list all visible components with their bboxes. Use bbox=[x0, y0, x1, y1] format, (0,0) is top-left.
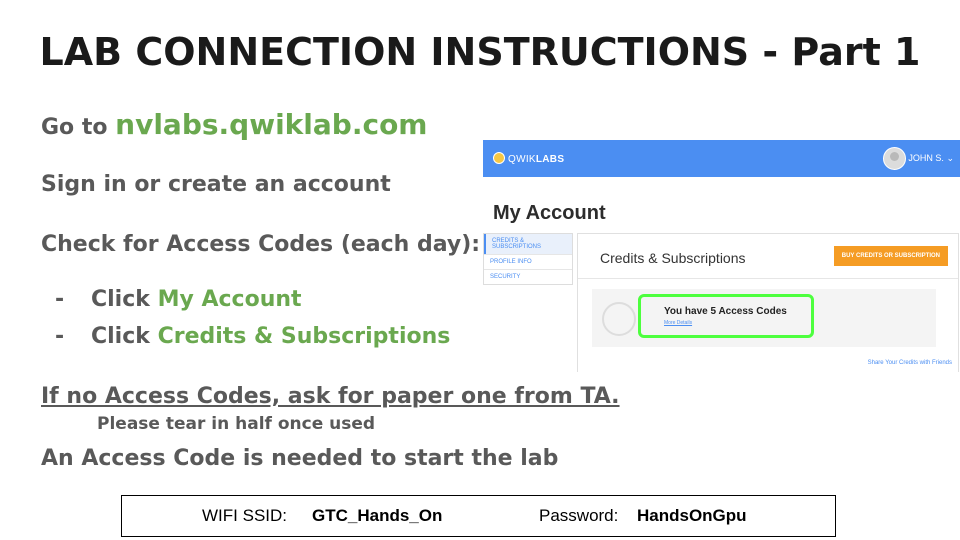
access-codes-box: You have 5 Access Codes More Details bbox=[592, 289, 936, 347]
qwiklabs-brand[interactable]: QWIKLABS bbox=[493, 152, 564, 165]
sidebar-item-security[interactable]: SECURITY bbox=[484, 269, 572, 284]
qwiklabs-header: QWIKLABS JOHN S. ⌄ bbox=[483, 140, 960, 177]
sidebar-item-credits[interactable]: CREDITS & SUBSCRIPTIONS bbox=[484, 234, 572, 254]
panel-divider bbox=[578, 278, 958, 279]
go-to-prefix: Go to bbox=[41, 115, 108, 140]
qwiklab-url[interactable]: nvlabs.qwiklab.com bbox=[115, 108, 427, 141]
bullet-dash: - bbox=[55, 287, 65, 312]
more-details-link[interactable]: More Details bbox=[664, 320, 692, 326]
wifi-info-box: WIFI SSID: GTC_Hands_On Password: HandsO… bbox=[121, 495, 836, 537]
share-credits-link[interactable]: Share Your Credits with Friends bbox=[868, 360, 952, 366]
user-menu[interactable]: JOHN S. ⌄ bbox=[883, 147, 954, 170]
bullet-prefix: Click bbox=[91, 324, 150, 349]
bullet-prefix: Click bbox=[91, 287, 150, 312]
wifi-password-value: HandsOnGpu bbox=[637, 506, 747, 525]
no-codes-note: If no Access Codes, ask for paper one fr… bbox=[41, 384, 620, 409]
account-sidebar: CREDITS & SUBSCRIPTIONS PROFILE INFO SEC… bbox=[483, 233, 573, 285]
qwiklabs-screenshot: QWIKLABS JOHN S. ⌄ My Account CREDITS & … bbox=[483, 140, 960, 372]
step-go-to: Go to nvlabs.qwiklab.com bbox=[41, 108, 427, 141]
step-check-codes: Check for Access Codes (each day): bbox=[41, 232, 481, 257]
user-name: JOHN S. bbox=[908, 152, 944, 163]
panel-title: Credits & Subscriptions bbox=[600, 250, 746, 266]
credits-link-text: Credits & Subscriptions bbox=[157, 324, 451, 349]
credits-icon bbox=[602, 302, 636, 336]
wifi-password-label: Password: bbox=[539, 506, 619, 525]
bullet-dash: - bbox=[55, 324, 65, 349]
access-codes-count: You have 5 Access Codes bbox=[664, 306, 787, 317]
bullet-credits: - Click Credits & Subscriptions bbox=[55, 324, 450, 349]
bullet-my-account: - Click My Account bbox=[55, 287, 302, 312]
my-account-link-text: My Account bbox=[157, 287, 302, 312]
credits-panel: Credits & Subscriptions BUY CREDITS OR S… bbox=[577, 233, 959, 372]
code-needed-note: An Access Code is needed to start the la… bbox=[41, 446, 559, 471]
slide-title: LAB CONNECTION INSTRUCTIONS - Part 1 bbox=[39, 30, 921, 74]
buy-credits-button[interactable]: BUY CREDITS OR SUBSCRIPTION bbox=[833, 246, 948, 266]
step-sign-in: Sign in or create an account bbox=[41, 172, 391, 197]
chevron-down-icon: ⌄ bbox=[946, 152, 954, 163]
wifi-ssid-value: GTC_Hands_On bbox=[312, 506, 443, 525]
brand-bold: LABS bbox=[535, 154, 565, 165]
wifi-ssid-label: WIFI SSID: bbox=[202, 506, 287, 525]
my-account-heading: My Account bbox=[493, 202, 606, 224]
avatar bbox=[883, 147, 907, 170]
sidebar-item-profile[interactable]: PROFILE INFO bbox=[484, 254, 572, 269]
qwiklabs-logo-icon bbox=[493, 152, 505, 164]
tear-note: Please tear in half once used bbox=[97, 414, 376, 434]
brand-pre: QWIK bbox=[508, 154, 536, 165]
